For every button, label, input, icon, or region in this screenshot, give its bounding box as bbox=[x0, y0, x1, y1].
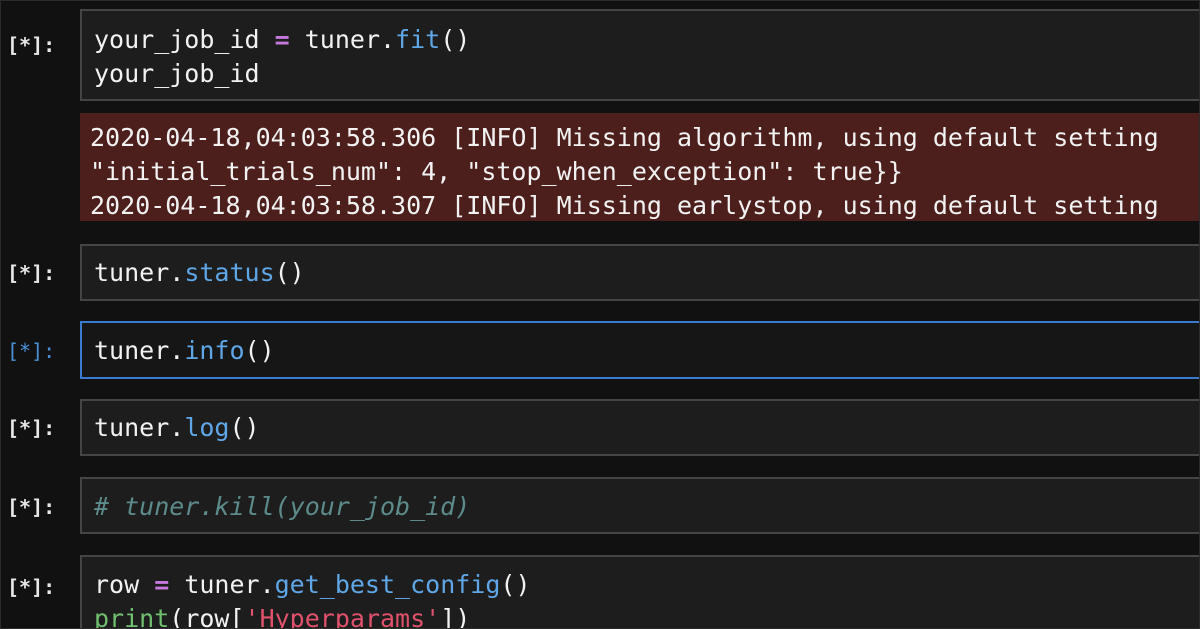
code-line-1: tuner.info() bbox=[94, 336, 275, 365]
stderr-output: 2020-04-18,04:03:58.306 [INFO] Missing a… bbox=[80, 113, 1199, 221]
code-editor[interactable]: # tuner.kill(your_job_id) bbox=[80, 477, 1199, 534]
code-cell-info-selected: [*]: tuner.info() bbox=[1, 321, 1199, 379]
code-cell-best-config: [*]: row = tuner.get_best_config() print… bbox=[1, 555, 1199, 629]
cell-prompt: [*]: bbox=[7, 416, 56, 440]
code-editor[interactable]: row = tuner.get_best_config() print(row[… bbox=[80, 555, 1199, 629]
code-editor[interactable]: tuner.log() bbox=[80, 399, 1199, 456]
code-line-1: tuner.status() bbox=[94, 258, 305, 287]
cell-prompt: [*]: bbox=[7, 33, 56, 57]
code-line-1: your_job_id = tuner.fit() bbox=[94, 25, 471, 54]
output-line-3: 2020-04-18,04:03:58.307 [INFO] Missing e… bbox=[90, 191, 1159, 220]
code-comment: # tuner.kill(your_job_id) bbox=[94, 492, 471, 521]
code-line-2: your_job_id bbox=[94, 59, 260, 88]
cell-prompt: [*]: bbox=[7, 495, 56, 519]
cell-prompt: [*]: bbox=[7, 261, 56, 285]
code-line-1: tuner.log() bbox=[94, 413, 260, 442]
code-cell-log: [*]: tuner.log() bbox=[1, 399, 1199, 456]
code-editor[interactable]: tuner.status() bbox=[80, 244, 1199, 301]
output-line-1: 2020-04-18,04:03:58.306 [INFO] Missing a… bbox=[90, 123, 1159, 152]
cell-prompt: [*]: bbox=[7, 339, 56, 363]
code-cell-status: [*]: tuner.status() bbox=[1, 244, 1199, 301]
code-cell-kill-comment: [*]: # tuner.kill(your_job_id) bbox=[1, 477, 1199, 534]
code-editor[interactable]: tuner.info() bbox=[80, 321, 1199, 379]
output-line-2: "initial_trials_num": 4, "stop_when_exce… bbox=[90, 157, 903, 186]
code-editor[interactable]: your_job_id = tuner.fit() your_job_id bbox=[80, 9, 1199, 101]
code-cell-fit: [*]: your_job_id = tuner.fit() your_job_… bbox=[1, 9, 1199, 101]
cell-prompt: [*]: bbox=[7, 575, 56, 599]
notebook-frame: [*]: your_job_id = tuner.fit() your_job_… bbox=[0, 0, 1200, 629]
code-line-1: row = tuner.get_best_config() bbox=[94, 570, 531, 599]
code-line-2: print(row['Hyperparams']) bbox=[94, 604, 471, 629]
